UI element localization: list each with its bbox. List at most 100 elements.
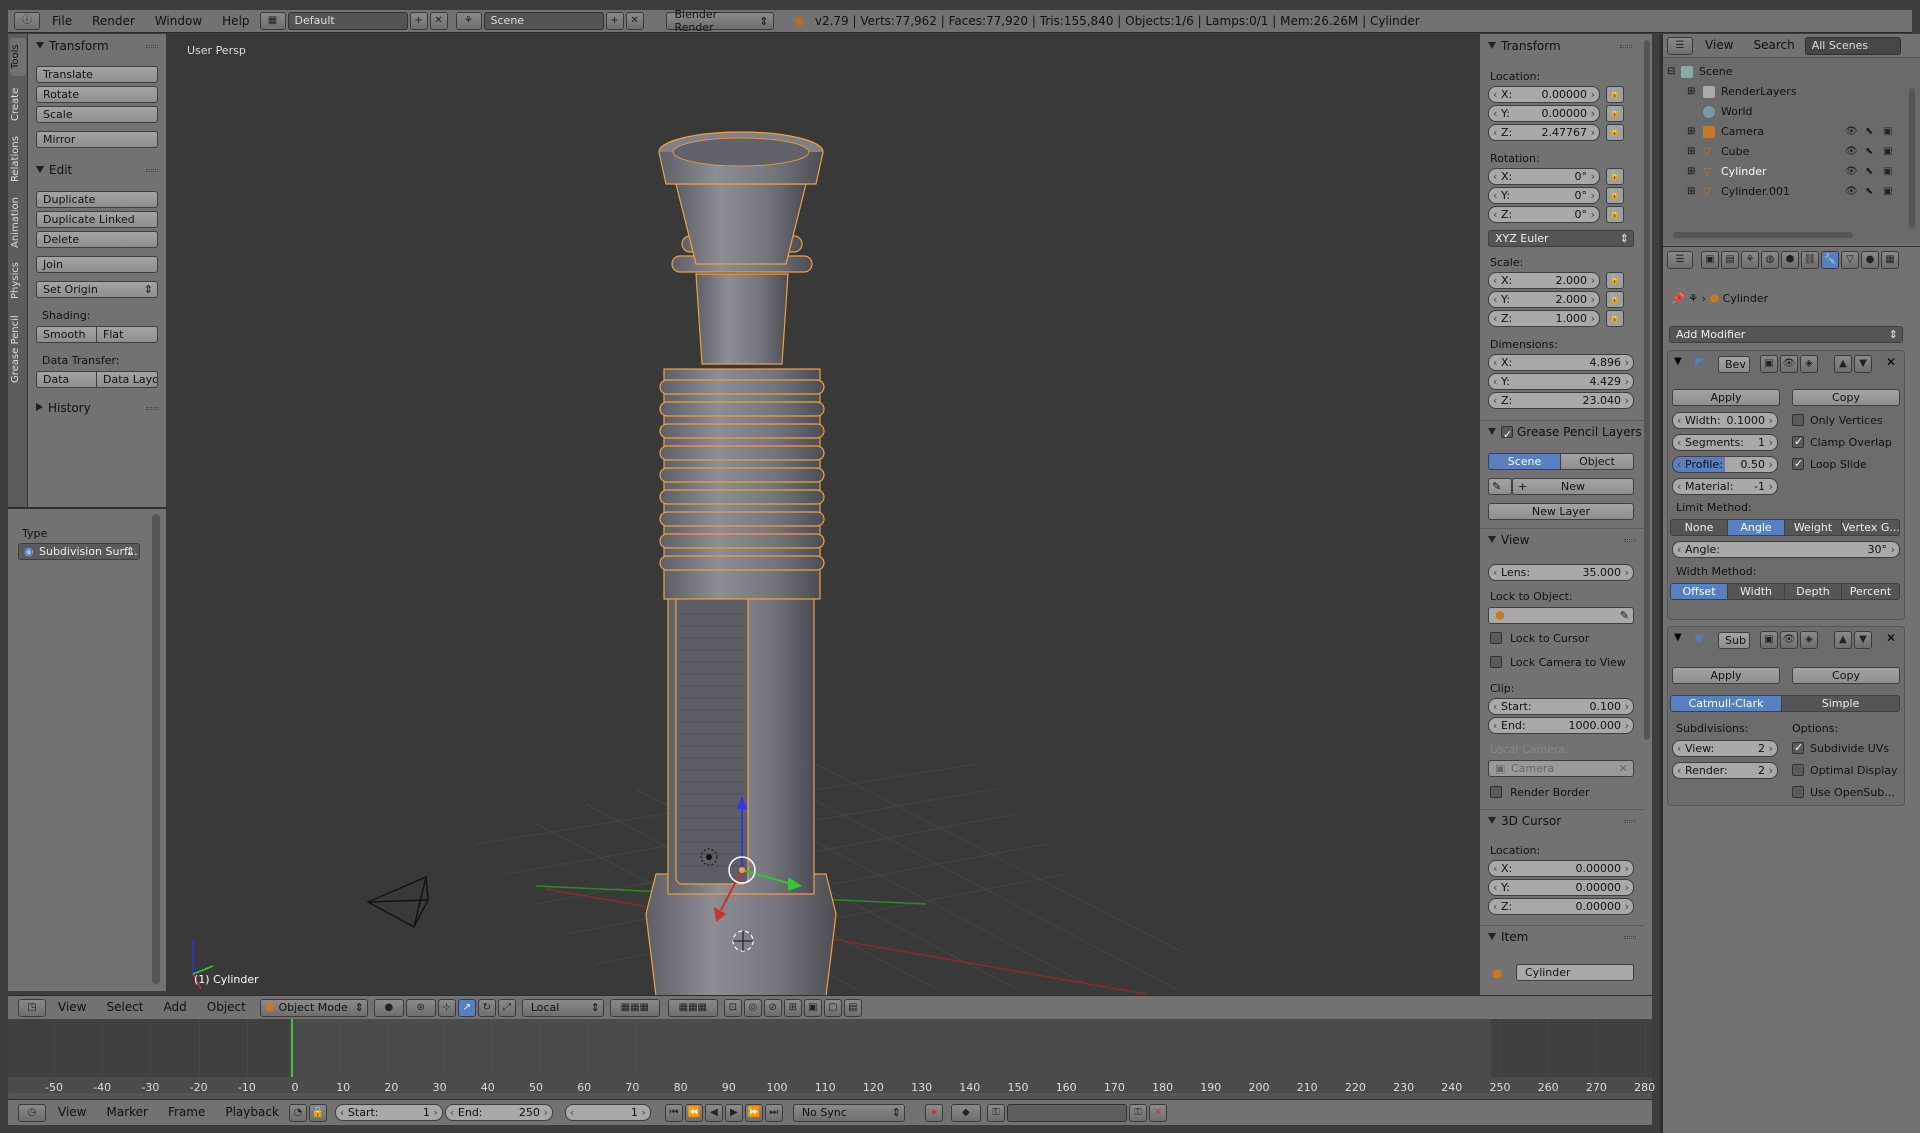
transform-orientation-select[interactable]: Local ⇕ — [521, 998, 604, 1017]
lock-icon[interactable]: 🔓 — [1606, 291, 1624, 308]
data-tab-icon[interactable]: ▽ — [1841, 250, 1859, 269]
world-tab-icon[interactable]: ◍ — [1761, 250, 1779, 269]
subdivide-uvs-checkbox[interactable] — [1792, 741, 1804, 754]
render-toggle-icon[interactable]: ▣ — [1760, 355, 1778, 373]
data-button[interactable]: Data — [36, 371, 97, 388]
lock-icon[interactable]: 🔓 — [1606, 105, 1624, 122]
viewport-shading-icon[interactable]: ● — [373, 998, 404, 1017]
timeline-menu-marker[interactable]: Marker — [96, 1101, 157, 1124]
keying-set-field[interactable] — [1006, 1103, 1127, 1122]
layers-row1-icon[interactable]: ▦▦▦ — [609, 998, 660, 1017]
local-camera-field[interactable]: ▣ Camera ✕ — [1488, 760, 1634, 777]
location-y-field[interactable]: Y: 0.00000 — [1488, 105, 1600, 122]
properties-editor-icon[interactable]: ☰ — [1667, 250, 1693, 269]
jump-start-icon[interactable]: ⏮ — [664, 1103, 683, 1122]
remove-modifier-icon[interactable]: ✕ — [1886, 355, 1896, 369]
width-depth-button[interactable]: Depth — [1784, 583, 1842, 600]
gp-new-button[interactable]: + New — [1512, 478, 1634, 495]
viewport-toggle-icon[interactable]: 👁 — [1780, 355, 1798, 373]
cursor-icon[interactable]: ⬉ — [1865, 162, 1873, 182]
current-frame-field[interactable]: 1 — [564, 1104, 651, 1121]
editmode-toggle-icon[interactable]: ◈ — [1800, 631, 1818, 649]
screen-layout-field[interactable]: Default — [287, 12, 408, 30]
lock-icon[interactable]: 🔓 — [1606, 124, 1624, 141]
menu-select[interactable]: Select — [96, 996, 153, 1019]
scale-y-field[interactable]: Y: 2.000 — [1488, 291, 1600, 308]
bevel-angle-field[interactable]: Angle: 30° — [1672, 541, 1900, 558]
outliner-row-cylinder-001[interactable]: ⊞ ▽ Cylinder.001 👁 ⬉ ▣ — [1663, 182, 1903, 202]
lock-layers-icon[interactable]: ⊡ — [723, 998, 742, 1017]
scale-x-field[interactable]: X: 2.000 — [1488, 272, 1600, 289]
material-tab-icon[interactable]: ● — [1861, 250, 1879, 269]
item-panel-header[interactable]: Item — [1480, 927, 1644, 947]
gp-brush-icon[interactable]: ✎ — [1488, 478, 1512, 495]
scene-field[interactable]: Scene — [483, 12, 604, 30]
scene-canvas[interactable] — [166, 34, 1480, 995]
next-keyframe-icon[interactable]: ⏩ — [744, 1103, 763, 1122]
translate-manipulator-icon[interactable]: ↗ — [457, 998, 476, 1017]
limit-weight-button[interactable]: Weight — [1784, 519, 1842, 536]
gp-new-layer-button[interactable]: New Layer — [1488, 503, 1634, 520]
subsurf-render-field[interactable]: Render: 2 — [1672, 762, 1778, 779]
view-panel-header[interactable]: View — [1480, 530, 1644, 550]
clip-end-field[interactable]: End: 1000.000 — [1488, 717, 1634, 734]
rotation-z-field[interactable]: Z: 0° — [1488, 206, 1600, 223]
outliner-v-scrollbar[interactable] — [1909, 88, 1915, 228]
move-down-icon[interactable]: ▼ — [1854, 631, 1872, 649]
limit-none-button[interactable]: None — [1670, 519, 1728, 536]
lock-icon[interactable]: 🔓 — [1606, 272, 1624, 289]
editmode-toggle-icon[interactable]: ◈ — [1800, 355, 1818, 373]
rotate-button[interactable]: Rotate — [36, 86, 158, 103]
mode-select[interactable]: ⬢ Object Mode ⇕ — [259, 998, 368, 1017]
render-preview-icon[interactable]: ▣ — [803, 998, 822, 1017]
outliner-row-cylinder[interactable]: ⊞ ▽ Cylinder 👁 ⬉ ▣ — [1663, 162, 1903, 182]
sync-mode-select[interactable]: No Sync ⇕ — [792, 1103, 905, 1122]
add-modifier-dropdown[interactable]: Add Modifier ⇕ — [1669, 326, 1903, 343]
layers-row2-icon[interactable]: ▦▦▦ — [667, 998, 718, 1017]
lock-icon[interactable]: 🔓 — [1606, 310, 1624, 327]
edit-panel-header[interactable]: Edit — [28, 160, 166, 180]
grease-pencil-panel-header[interactable]: Grease Pencil Layers — [1480, 422, 1644, 445]
cursor-icon[interactable]: ⬉ — [1865, 142, 1873, 162]
rotation-y-field[interactable]: Y: 0° — [1488, 187, 1600, 204]
history-panel-header[interactable]: History — [28, 398, 166, 418]
pin-icon[interactable]: 📌 — [1671, 292, 1685, 305]
outliner-filter-select[interactable]: All Scenes — [1804, 36, 1901, 55]
outliner-row-scene[interactable]: ⊟ Scene — [1663, 62, 1903, 82]
timeline-menu-view[interactable]: View — [48, 1101, 96, 1124]
cursor-y-field[interactable]: Y: 0.00000 — [1488, 879, 1634, 896]
add-scene-icon[interactable]: + — [605, 12, 624, 30]
jump-end-icon[interactable]: ⏭ — [764, 1103, 783, 1122]
render-border-checkbox[interactable] — [1490, 786, 1502, 798]
only-vertices-checkbox[interactable] — [1792, 414, 1804, 426]
catmull-clark-button[interactable]: Catmull-Clark — [1670, 695, 1782, 712]
location-z-field[interactable]: Z: 2.47767 — [1488, 124, 1600, 141]
subsurf-apply-button[interactable]: Apply — [1672, 667, 1780, 684]
screen-layout-icon[interactable]: ▦ — [259, 12, 286, 30]
remove-modifier-icon[interactable]: ✕ — [1886, 631, 1896, 645]
menu-render[interactable]: Render — [82, 10, 145, 33]
snap-element-icon[interactable]: ⊞ — [783, 998, 802, 1017]
outliner-row-camera[interactable]: ⊞ Camera 👁 ⬉ ▣ — [1663, 122, 1903, 142]
outliner-menu-view[interactable]: View — [1695, 34, 1743, 57]
cursor-icon[interactable]: ⬉ — [1865, 182, 1873, 202]
bevel-copy-button[interactable]: Copy — [1792, 389, 1900, 406]
subsurf-name-field[interactable]: Sub — [1718, 632, 1750, 649]
tab-grease-pencil[interactable]: Grease Pencil — [10, 310, 26, 388]
duplicate-linked-button[interactable]: Duplicate Linked — [36, 211, 158, 228]
tab-physics[interactable]: Physics — [10, 258, 26, 304]
timeline-area[interactable]: -50 -40 -30 -20 -10 0 10 20 30 40 50 60 70 80 90 100 110… — [8, 1019, 1655, 1099]
set-origin-dropdown[interactable]: Set Origin ⇕ — [36, 281, 158, 298]
eye-icon[interactable]: 👁 — [1845, 162, 1858, 182]
render-toggle-icon[interactable]: ▣ — [1760, 631, 1778, 649]
width-width-button[interactable]: Width — [1727, 583, 1785, 600]
play-reverse-icon[interactable]: ◀ — [704, 1103, 723, 1122]
3d-viewport[interactable]: User Persp (1) Cylinder — [166, 34, 1480, 995]
timeline-menu-frame[interactable]: Frame — [158, 1101, 215, 1124]
scale-button[interactable]: Scale — [36, 106, 158, 123]
lock-range-icon[interactable]: 🔒 — [308, 1103, 327, 1122]
keying-icon[interactable]: ◆ — [950, 1103, 981, 1122]
outliner-row-cube[interactable]: ⊞ ▽ Cube 👁 ⬉ ▣ — [1663, 142, 1903, 162]
rotation-mode-dropdown[interactable]: XYZ Euler ⇕ — [1488, 230, 1634, 247]
optimal-display-checkbox[interactable] — [1792, 764, 1804, 776]
